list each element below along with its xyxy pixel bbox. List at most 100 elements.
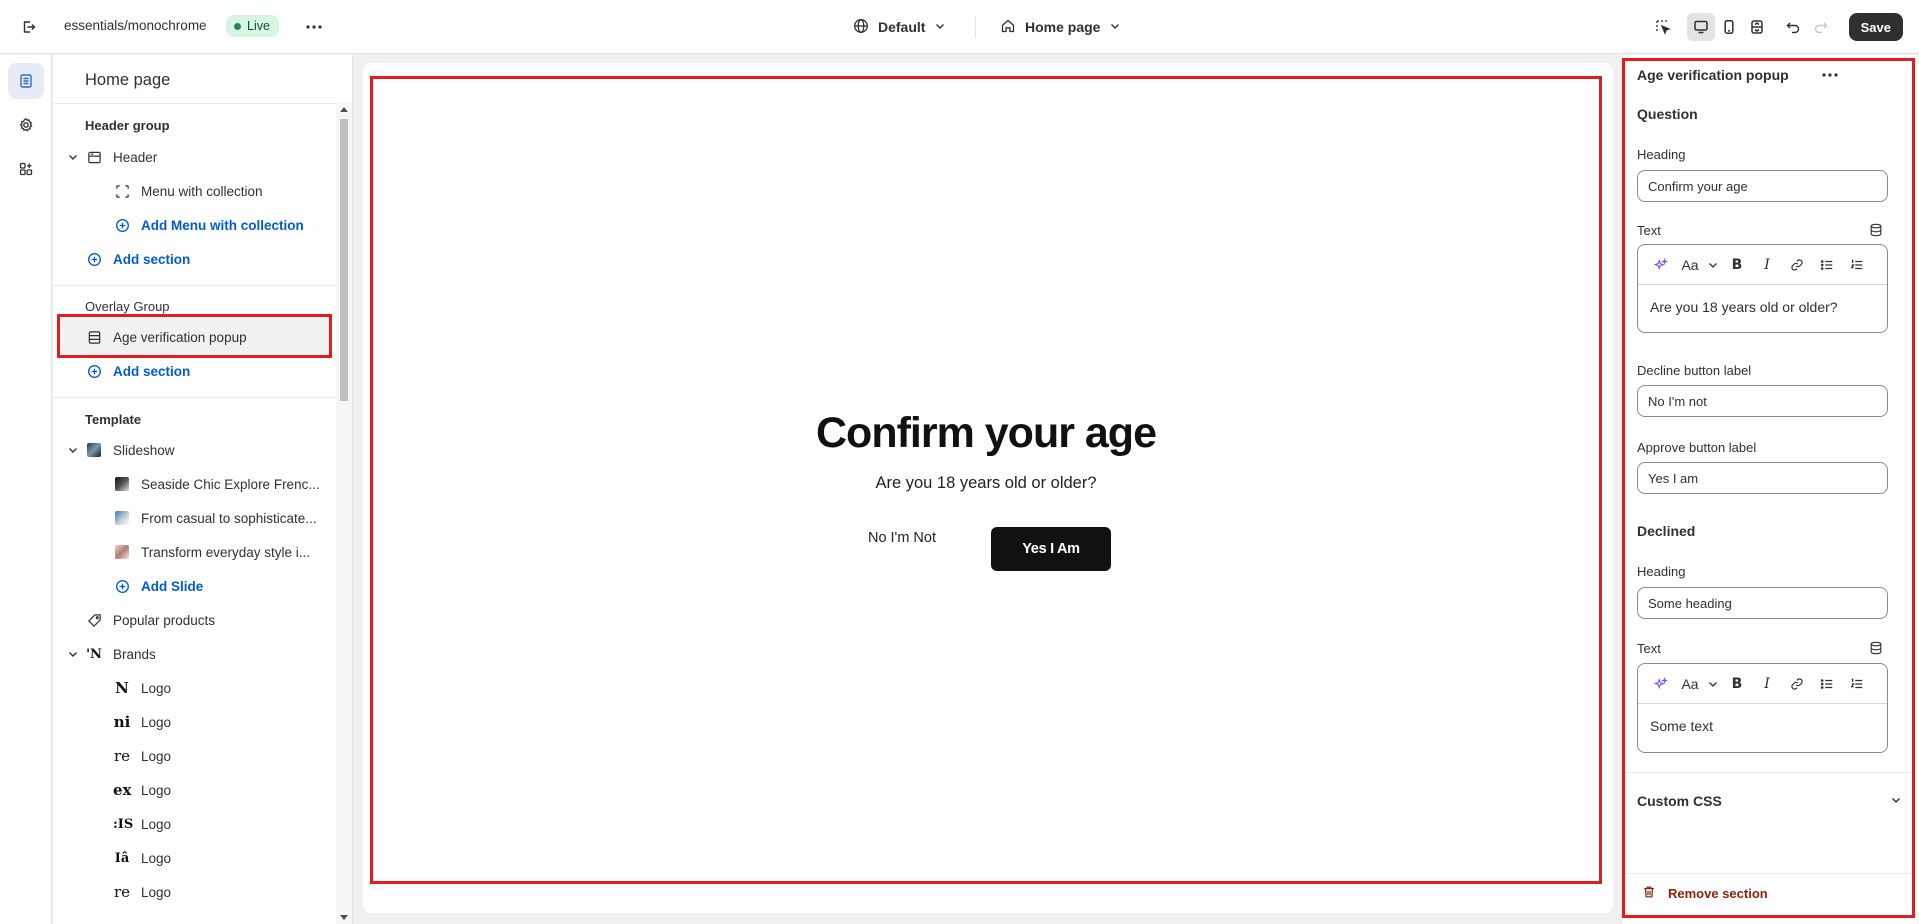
decline-label: Decline button label: [1637, 363, 1752, 378]
apps-icon[interactable]: [8, 151, 44, 187]
bullet-list-icon[interactable]: [1812, 251, 1842, 279]
page-selector[interactable]: Home page: [1000, 14, 1121, 40]
logo-glyph-icon: Iâ: [114, 850, 130, 866]
slide-item[interactable]: From casual to sophisticate...: [113, 504, 317, 532]
sections-sidebar: Home page Header group Header Menu with …: [53, 55, 353, 924]
approve-button-input[interactable]: Yes I am: [1637, 462, 1888, 494]
divider: [53, 285, 336, 286]
page-selector-label: Home page: [1025, 19, 1101, 35]
scroll-up-icon[interactable]: [340, 107, 348, 112]
chevron-down-icon: [1890, 793, 1902, 809]
font-size-glyph[interactable]: Aa: [1676, 670, 1704, 698]
chevron-down-icon[interactable]: [67, 444, 79, 456]
sections-icon[interactable]: [8, 63, 44, 99]
heading-input[interactable]: Confirm your age: [1637, 170, 1888, 202]
slide-item[interactable]: Transform everyday style i...: [113, 538, 310, 566]
text-rich-editor[interactable]: Aa B I Are you 18 years old or older?: [1637, 244, 1888, 333]
settings-gear-icon[interactable]: [8, 107, 44, 143]
divider: [1622, 873, 1912, 874]
rte-toolbar: Aa B I: [1638, 245, 1887, 285]
settings-title: Age verification popup: [1637, 67, 1789, 83]
chevron-down-icon[interactable]: [67, 648, 79, 660]
more-actions-icon[interactable]: [302, 16, 326, 38]
remove-section-button[interactable]: Remove section: [1642, 885, 1768, 902]
divider: [975, 16, 976, 38]
dynamic-source-icon[interactable]: [1867, 221, 1885, 239]
add-section-label: Add section: [113, 363, 191, 379]
redo-icon[interactable]: [1807, 13, 1835, 41]
section-header[interactable]: Header: [85, 143, 157, 171]
custom-css-toggle[interactable]: Custom CSS: [1637, 790, 1902, 812]
numbered-list-icon[interactable]: [1842, 251, 1872, 279]
add-section-header-group-button[interactable]: Add section: [85, 245, 190, 273]
decline-button[interactable]: No I'm Not: [852, 530, 952, 546]
sidebar-scrollbar[interactable]: [336, 103, 352, 924]
add-menu-with-collection-button[interactable]: Add Menu with collection: [113, 211, 304, 239]
group-label-overlay: Overlay Group: [85, 299, 170, 314]
declined-heading-label: Heading: [1637, 564, 1686, 579]
age-verification-preview[interactable]: Confirm your age Are you 18 years old or…: [370, 76, 1602, 884]
more-actions-icon[interactable]: [1818, 65, 1842, 85]
bullet-list-icon[interactable]: [1812, 670, 1842, 698]
italic-icon[interactable]: I: [1752, 251, 1782, 279]
chevron-down-icon[interactable]: [67, 151, 79, 163]
logo-block[interactable]: :IS Logo: [113, 810, 171, 838]
logo-block[interactable]: N Logo: [113, 674, 171, 702]
scrollbar-thumb[interactable]: [340, 119, 348, 401]
approve-button[interactable]: Yes I Am: [991, 527, 1111, 571]
add-slide-button[interactable]: Add Slide: [113, 572, 203, 600]
scroll-down-icon[interactable]: [340, 915, 348, 920]
ai-sparkle-icon[interactable]: [1646, 251, 1676, 279]
add-menu-label: Add Menu with collection: [141, 217, 304, 233]
chevron-down-icon[interactable]: [1704, 251, 1722, 279]
slideshow-thumbnail: [85, 441, 103, 459]
save-button[interactable]: Save: [1848, 13, 1903, 41]
add-section-overlay-group-button[interactable]: Add section: [85, 357, 190, 385]
tag-icon: [85, 611, 103, 629]
section-label: Age verification popup: [113, 329, 247, 345]
dynamic-source-icon[interactable]: [1867, 639, 1885, 657]
mobile-view-icon[interactable]: [1715, 13, 1743, 41]
link-icon[interactable]: [1782, 251, 1812, 279]
numbered-list-icon[interactable]: [1842, 670, 1872, 698]
logo-block[interactable]: ni Logo: [113, 708, 171, 736]
chevron-down-icon[interactable]: [1704, 670, 1722, 698]
bold-icon[interactable]: B: [1722, 251, 1752, 279]
full-width-view-icon[interactable]: [1743, 13, 1771, 41]
undo-icon[interactable]: [1779, 13, 1807, 41]
section-brands[interactable]: 'N Brands: [85, 640, 156, 668]
slide-label: Transform everyday style i...: [141, 544, 311, 560]
logo-glyph-icon: re: [113, 883, 131, 901]
declined-text-rich-editor[interactable]: Aa B I Some text: [1637, 663, 1888, 753]
logo-block[interactable]: ex Logo: [113, 776, 171, 804]
logo-glyph-icon: :IS: [113, 816, 134, 832]
slide-label: Seaside Chic Explore Frenc...: [141, 476, 320, 492]
declined-section-title: Declined: [1637, 523, 1696, 539]
slide-item[interactable]: Seaside Chic Explore Frenc...: [113, 470, 320, 498]
section-slideshow[interactable]: Slideshow: [85, 436, 175, 464]
decline-button-input[interactable]: No I'm not: [1637, 385, 1888, 417]
logo-label: Logo: [141, 680, 172, 696]
declined-text-editor-content[interactable]: Some text: [1638, 704, 1887, 748]
desktop-view-icon[interactable]: [1686, 13, 1715, 41]
section-age-verification-popup[interactable]: Age verification popup: [85, 323, 247, 351]
inspector-icon[interactable]: [1649, 13, 1677, 41]
ai-sparkle-icon[interactable]: [1646, 670, 1676, 698]
preview-text: Are you 18 years old or older?: [875, 474, 1097, 492]
logo-block[interactable]: re Logo: [113, 878, 171, 906]
bold-icon[interactable]: B: [1722, 670, 1752, 698]
link-icon[interactable]: [1782, 670, 1812, 698]
font-size-glyph[interactable]: Aa: [1676, 251, 1704, 279]
italic-icon[interactable]: I: [1752, 670, 1782, 698]
logo-label: Logo: [141, 748, 172, 764]
theme-selector[interactable]: Default: [853, 14, 946, 40]
declined-heading-input[interactable]: Some heading: [1637, 587, 1888, 619]
text-editor-content[interactable]: Are you 18 years old or older?: [1638, 285, 1887, 329]
group-label-header: Header group: [85, 118, 170, 133]
section-popular-products[interactable]: Popular products: [85, 606, 215, 634]
logo-block[interactable]: Iâ Logo: [113, 844, 171, 872]
logo-block[interactable]: re Logo: [113, 742, 171, 770]
block-menu-with-collection[interactable]: Menu with collection: [113, 177, 263, 205]
exit-icon[interactable]: [16, 14, 42, 40]
logo-label: Logo: [141, 816, 172, 832]
